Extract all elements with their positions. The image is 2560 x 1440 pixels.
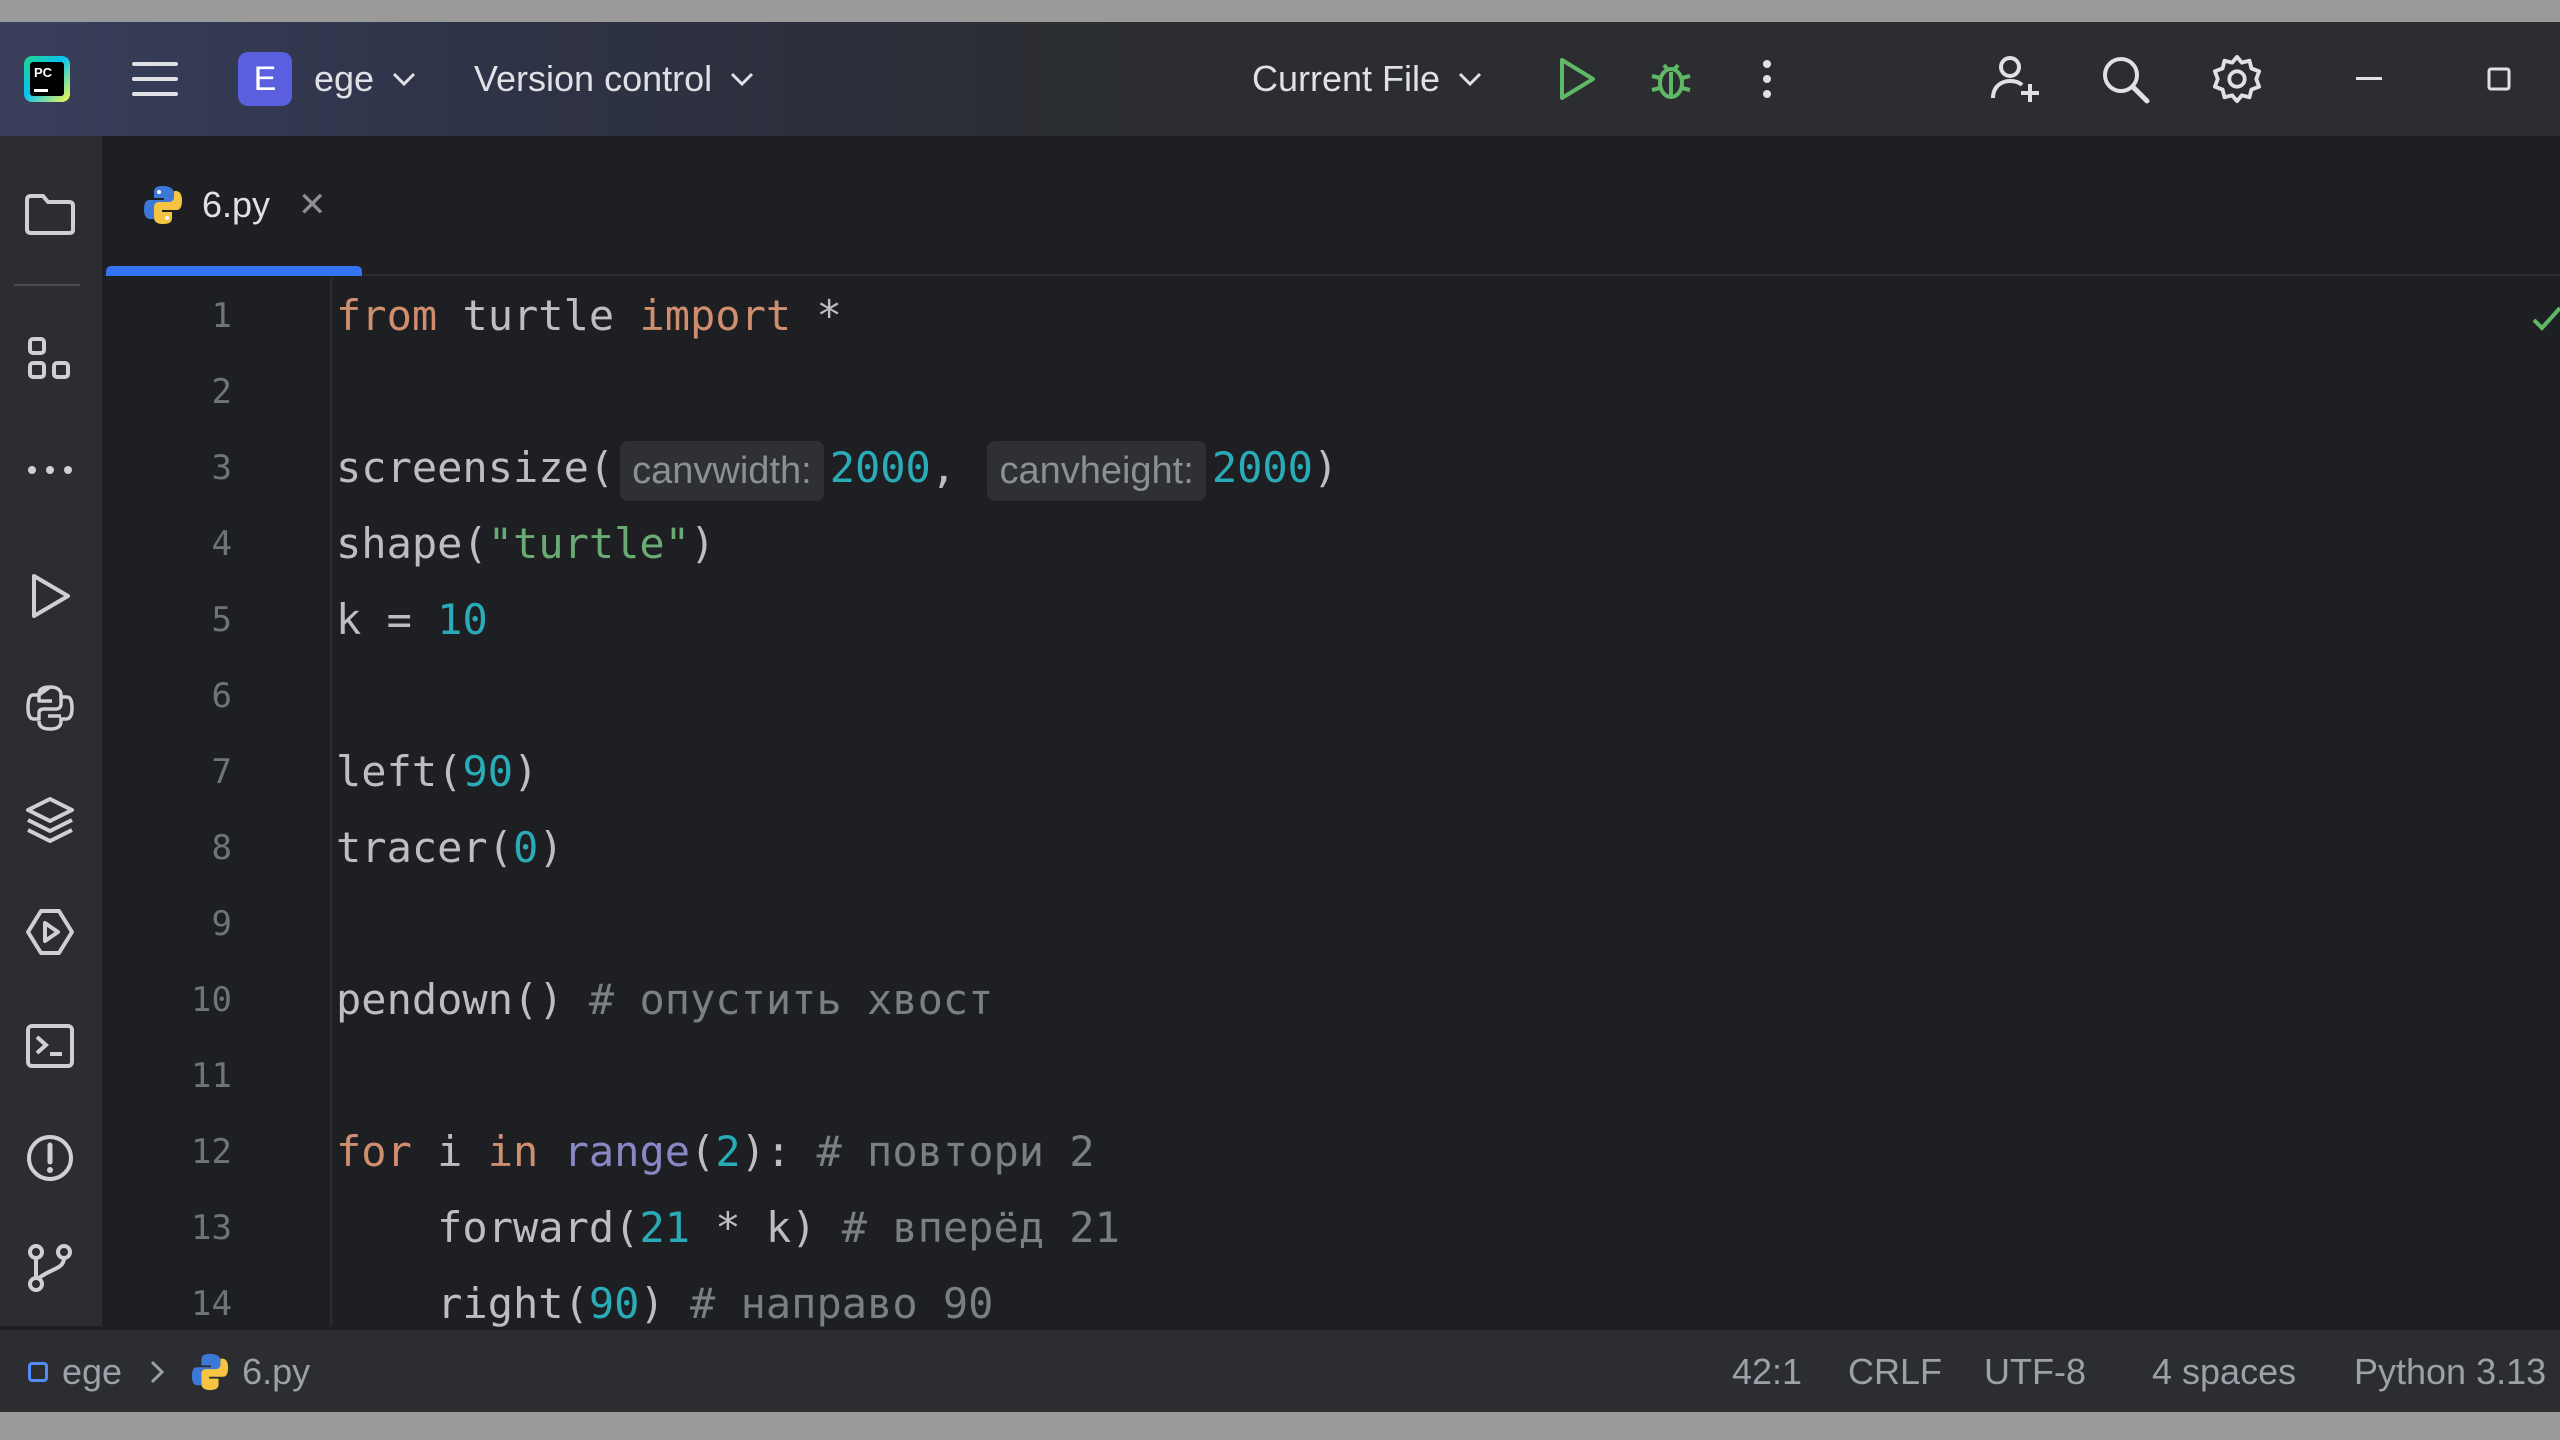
code-line-5: k = 10	[336, 595, 488, 644]
app-logo-icon[interactable]: PC	[24, 56, 70, 102]
search-icon[interactable]	[2100, 54, 2150, 104]
more-vertical-icon[interactable]	[1742, 54, 1792, 104]
line-number: 1	[211, 296, 232, 336]
problems-icon[interactable]	[22, 1130, 78, 1186]
code-line-12: for i in range(2): # повтори 2	[336, 1127, 1095, 1176]
active-tab-indicator	[106, 266, 362, 276]
code-line-10: pendown() # опустить хвост	[336, 975, 994, 1024]
close-icon[interactable]: ✕	[298, 185, 327, 225]
tab-label: 6.py	[202, 184, 271, 225]
python-file-icon	[191, 1353, 229, 1391]
version-control-menu[interactable]: Version control	[474, 52, 754, 106]
run-config-selector[interactable]: Current File	[1252, 52, 1482, 106]
caret-position[interactable]: 42:1	[1732, 1330, 1802, 1412]
param-hint-canvheight: canvheight:	[987, 440, 1206, 501]
project-name: ege	[314, 58, 375, 99]
line-separator[interactable]: CRLF	[1848, 1330, 1942, 1412]
maximize-icon[interactable]	[2474, 54, 2524, 104]
run-icon[interactable]	[1552, 54, 1602, 104]
line-number: 7	[211, 752, 232, 792]
python-interpreter[interactable]: Python 3.13	[2354, 1330, 2560, 1412]
project-selector[interactable]: E ege	[238, 52, 416, 106]
python-file-icon	[144, 186, 182, 224]
breadcrumb-project[interactable]: ege	[62, 1351, 122, 1393]
check-icon[interactable]	[2520, 298, 2560, 338]
file-encoding[interactable]: UTF-8	[1984, 1330, 2086, 1412]
line-number: 13	[191, 1208, 232, 1248]
add-user-icon[interactable]	[1990, 54, 2040, 104]
breadcrumb-file[interactable]: 6.py	[242, 1351, 310, 1393]
gutter-divider	[330, 278, 332, 1326]
title-bar: PC E ege Version control Current File	[0, 22, 2560, 136]
structure-icon[interactable]	[22, 332, 78, 388]
more-horizontal-icon[interactable]	[22, 442, 78, 498]
code-line-3: screensize(canvwidth: 2000, canvheight: 20…	[336, 430, 1338, 506]
layers-icon[interactable]	[22, 792, 78, 848]
settings-icon[interactable]	[2212, 54, 2262, 104]
folder-icon[interactable]	[22, 186, 78, 242]
chevron-right-icon	[151, 1360, 165, 1384]
debug-icon[interactable]	[1646, 54, 1696, 104]
services-icon[interactable]	[22, 904, 78, 960]
line-number: 12	[191, 1132, 232, 1172]
line-number: 6	[211, 676, 232, 716]
line-number: 9	[211, 904, 232, 944]
toolbar-separator	[14, 284, 80, 286]
indent-setting[interactable]: 4 spaces	[2152, 1330, 2296, 1412]
chevron-down-icon	[1459, 72, 1482, 86]
main-menu-icon[interactable]	[130, 54, 180, 104]
status-bar: ege 6.py 42:1 CRLF UTF-8 4 spaces Python…	[0, 1328, 2560, 1412]
terminal-icon[interactable]	[22, 1018, 78, 1074]
code-line-8: tracer(0)	[336, 823, 564, 872]
line-number: 4	[211, 524, 232, 564]
code-line-13: forward(21 * k) # вперёд 21	[336, 1203, 1120, 1252]
code-area[interactable]: from turtle import * screensize(canvwidt…	[336, 278, 2536, 1328]
line-number: 5	[211, 600, 232, 640]
git-icon[interactable]	[22, 1240, 78, 1296]
line-number-gutter: 1 2 3 4 5 6 7 8 9 10 11 12 13 14	[104, 278, 330, 1326]
tool-window-bar	[0, 136, 104, 1326]
code-editor[interactable]: 1 2 3 4 5 6 7 8 9 10 11 12 13 14 from tu…	[104, 278, 2560, 1328]
project-badge: E	[238, 52, 292, 106]
line-number: 10	[191, 980, 232, 1020]
tab-6-py[interactable]: 6.py ✕	[106, 136, 362, 274]
code-line-1: from turtle import *	[336, 291, 842, 340]
line-number: 3	[211, 448, 232, 488]
chevron-down-icon	[393, 72, 416, 86]
line-number: 11	[191, 1056, 232, 1096]
param-hint-canvwidth: canvwidth:	[620, 440, 824, 501]
code-line-4: shape("turtle")	[336, 519, 716, 568]
ide-window: PC E ege Version control Current File 6.…	[0, 22, 2560, 1412]
run-config-label: Current File	[1252, 58, 1441, 99]
breadcrumb: ege 6.py	[28, 1330, 310, 1412]
chevron-down-icon	[731, 72, 754, 86]
minimize-icon[interactable]	[2344, 54, 2394, 104]
python-console-icon[interactable]	[22, 680, 78, 736]
version-control-label: Version control	[474, 58, 713, 99]
line-number: 8	[211, 828, 232, 868]
editor-tab-bar: 6.py ✕	[104, 136, 2560, 276]
line-number: 2	[211, 372, 232, 412]
code-line-7: left(90)	[336, 747, 539, 796]
module-icon	[28, 1362, 48, 1382]
run-tool-icon[interactable]	[22, 568, 78, 624]
